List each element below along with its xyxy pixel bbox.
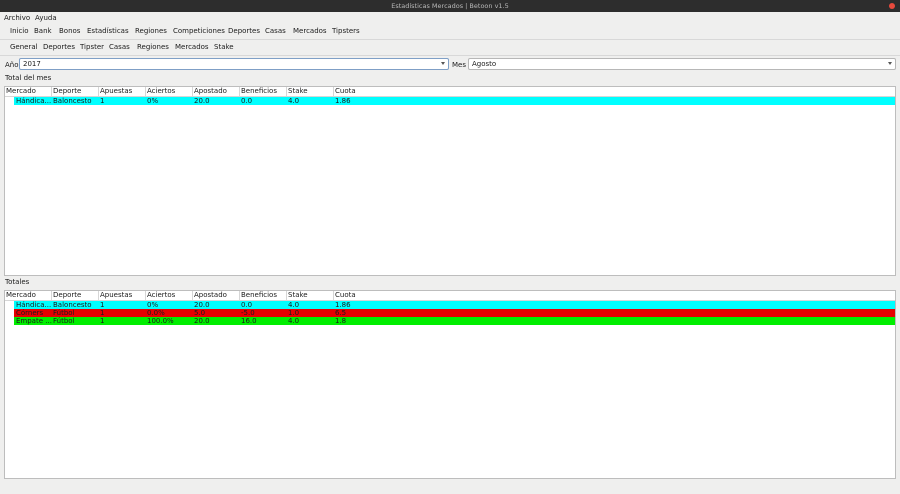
cell-deporte: Baloncesto [53, 97, 92, 105]
cell-deporte: Fútbol [53, 309, 75, 317]
month-section-label: Total del mes [5, 74, 52, 82]
main-toolbar: Inicio Bank Bonos Estadísticas Regiones … [0, 24, 900, 40]
col-apostado[interactable]: Apostado [193, 87, 240, 96]
stats-toolbar: General Deportes Tipster Casas Regiones … [0, 40, 900, 56]
chevron-down-icon [888, 62, 892, 65]
cell-apuestas: 1 [100, 317, 105, 325]
nav-casas[interactable]: Casas [265, 27, 286, 36]
chevron-down-icon [441, 62, 445, 65]
cell-apostado: 20.0 [194, 301, 210, 309]
col-stake[interactable]: Stake [287, 291, 334, 300]
table-header: Mercado Deporte Apuestas Aciertos Aposta… [5, 87, 895, 97]
tab-tipster[interactable]: Tipster [80, 43, 104, 52]
close-window-button[interactable] [889, 3, 895, 9]
menu-ayuda[interactable]: Ayuda [35, 14, 57, 23]
col-cuota[interactable]: Cuota [334, 87, 381, 96]
cell-beneficios: 0.0 [241, 97, 253, 105]
cell-aciertos: 100.0% [147, 317, 174, 325]
window-title: Estadísticas Mercados | Betoon v1.5 [391, 2, 509, 10]
nav-mercados[interactable]: Mercados [293, 27, 327, 36]
cell-cuota: 1.86 [335, 97, 351, 105]
table-header: Mercado Deporte Apuestas Aciertos Aposta… [5, 291, 895, 301]
cell-aciertos: 0% [147, 97, 159, 105]
col-cuota[interactable]: Cuota [334, 291, 381, 300]
cell-stake: 4.0 [288, 317, 300, 325]
cell-stake: 4.0 [288, 301, 300, 309]
year-select-value: 2017 [23, 60, 41, 68]
cell-deporte: Baloncesto [53, 301, 92, 309]
month-label: Mes [452, 61, 466, 69]
cell-apuestas: 1 [100, 309, 105, 317]
cell-apuestas: 1 [100, 301, 105, 309]
col-mercado[interactable]: Mercado [5, 87, 52, 96]
month-table[interactable]: Mercado Deporte Apuestas Aciertos Aposta… [4, 86, 896, 276]
month-select[interactable]: Agosto [468, 58, 896, 70]
table-row[interactable]: Hándica... Baloncesto 1 0% 20.0 0.0 4.0 … [14, 97, 895, 105]
cell-cuota: 6.5 [335, 309, 347, 317]
cell-apuestas: 1 [100, 97, 105, 105]
year-select[interactable]: 2017 [19, 58, 449, 70]
nav-inicio[interactable]: Inicio [10, 27, 29, 36]
cell-mercado: Hándica... [16, 301, 52, 309]
col-deporte[interactable]: Deporte [52, 291, 99, 300]
nav-estadisticas[interactable]: Estadísticas [87, 27, 129, 36]
year-label: Año [5, 61, 19, 69]
nav-regiones[interactable]: Regiones [135, 27, 167, 36]
cell-cuota: 1.8 [335, 317, 347, 325]
col-aciertos[interactable]: Aciertos [146, 87, 193, 96]
month-select-value: Agosto [472, 60, 497, 68]
cell-cuota: 1.86 [335, 301, 351, 309]
col-beneficios[interactable]: Beneficios [240, 87, 287, 96]
tab-stake[interactable]: Stake [214, 43, 234, 52]
col-mercado[interactable]: Mercado [5, 291, 52, 300]
cell-apostado: 5.0 [194, 309, 206, 317]
col-deporte[interactable]: Deporte [52, 87, 99, 96]
tab-casas[interactable]: Casas [109, 43, 130, 52]
window-titlebar: Estadísticas Mercados | Betoon v1.5 [0, 0, 900, 12]
table-row[interactable]: Empate ... Fútbol 1 100.0% 20.0 16.0 4.0… [14, 317, 895, 325]
totals-table[interactable]: Mercado Deporte Apuestas Aciertos Aposta… [4, 290, 896, 479]
tab-deportes[interactable]: Deportes [43, 43, 75, 52]
cell-apostado: 20.0 [194, 97, 210, 105]
cell-aciertos: 0.0% [147, 309, 165, 317]
cell-beneficios: 16.0 [241, 317, 257, 325]
cell-stake: 4.0 [288, 97, 300, 105]
menu-archivo[interactable]: Archivo [4, 14, 30, 23]
col-aciertos[interactable]: Aciertos [146, 291, 193, 300]
col-beneficios[interactable]: Beneficios [240, 291, 287, 300]
cell-beneficios: 0.0 [241, 301, 253, 309]
cell-apostado: 20.0 [194, 317, 210, 325]
nav-tipsters[interactable]: Tipsters [332, 27, 360, 36]
cell-mercado: Hándica... [16, 97, 52, 105]
cell-aciertos: 0% [147, 301, 159, 309]
cell-mercado: Córners [16, 309, 44, 317]
table-row[interactable]: Córners Fútbol 1 0.0% 5.0 -5.0 1.0 6.5 [14, 309, 895, 317]
nav-bonos[interactable]: Bonos [59, 27, 80, 36]
nav-bank[interactable]: Bank [34, 27, 52, 36]
cell-deporte: Fútbol [53, 317, 75, 325]
cell-beneficios: -5.0 [241, 309, 255, 317]
col-apostado[interactable]: Apostado [193, 291, 240, 300]
table-row[interactable]: Hándica... Baloncesto 1 0% 20.0 0.0 4.0 … [14, 301, 895, 309]
col-apuestas[interactable]: Apuestas [99, 87, 146, 96]
cell-stake: 1.0 [288, 309, 300, 317]
tab-general[interactable]: General [10, 43, 38, 52]
tab-mercados[interactable]: Mercados [175, 43, 209, 52]
col-apuestas[interactable]: Apuestas [99, 291, 146, 300]
totals-section-label: Totales [5, 278, 30, 286]
tab-regiones[interactable]: Regiones [137, 43, 169, 52]
cell-mercado: Empate ... [16, 317, 52, 325]
col-stake[interactable]: Stake [287, 87, 334, 96]
nav-deportes[interactable]: Deportes [228, 27, 260, 36]
nav-competiciones[interactable]: Competiciones [173, 27, 225, 36]
